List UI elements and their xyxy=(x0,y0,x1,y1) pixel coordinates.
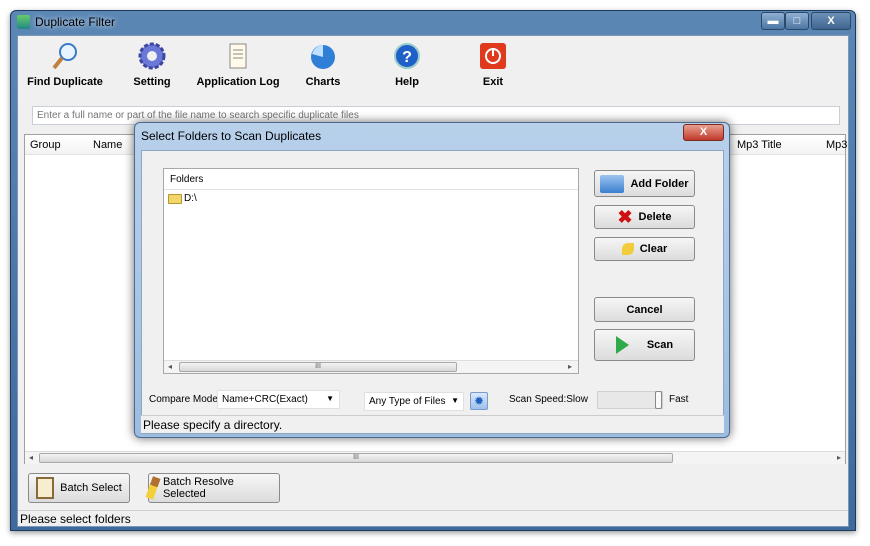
scan-label: Scan xyxy=(646,339,674,351)
notepad-icon xyxy=(224,42,252,70)
column-name[interactable]: Name xyxy=(93,139,122,151)
scan-speed-fast-label: Fast xyxy=(669,394,689,405)
exit-button[interactable]: Exit xyxy=(478,42,508,88)
svg-text:?: ? xyxy=(402,49,412,66)
exit-label: Exit xyxy=(482,76,504,88)
status-bar: Please select folders xyxy=(18,510,848,527)
batch-select-label: Batch Select xyxy=(60,482,122,494)
scroll-left-arrow[interactable]: ◂ xyxy=(168,361,172,373)
scroll-thumb[interactable]: III xyxy=(39,453,673,463)
magnifier-icon xyxy=(51,42,79,70)
window-title: Duplicate Filter xyxy=(35,15,116,29)
scan-button[interactable]: Scan xyxy=(594,329,695,361)
compare-mode-value: Name+CRC(Exact) xyxy=(222,394,308,405)
charts-label: Charts xyxy=(305,76,341,88)
charts-button[interactable]: Charts xyxy=(302,42,344,88)
chevron-down-icon: ▼ xyxy=(451,396,459,405)
column-mp3[interactable]: Mp3 xyxy=(826,139,847,151)
delete-x-icon: ✖ xyxy=(617,207,633,227)
dialog-body: Folders D:\ ◂ III ▸ Add Folder ✖ Delete … xyxy=(141,150,724,434)
dialog-title: Select Folders to Scan Duplicates xyxy=(141,129,322,143)
scroll-right-arrow[interactable]: ▸ xyxy=(837,452,841,464)
scan-speed-slider[interactable] xyxy=(597,391,663,409)
find-duplicate-label: Find Duplicate xyxy=(27,76,103,88)
file-type-settings-button[interactable]: ✹ xyxy=(470,392,488,410)
dialog-close-button[interactable]: X xyxy=(683,124,724,141)
scroll-right-arrow[interactable]: ▸ xyxy=(568,361,572,373)
dialog-status-bar: Please specify a directory. xyxy=(141,415,724,433)
file-type-select[interactable]: Any Type of Files ▼ xyxy=(364,392,464,411)
add-folder-button[interactable]: Add Folder xyxy=(594,170,695,197)
compare-mode-label: Compare Mode: xyxy=(149,394,221,405)
folder-icon xyxy=(600,174,625,193)
app-icon xyxy=(17,15,30,29)
cancel-button[interactable]: Cancel xyxy=(594,297,695,322)
folders-list[interactable]: Folders D:\ ◂ III ▸ xyxy=(163,168,579,374)
clear-button[interactable]: Clear xyxy=(594,237,695,261)
chevron-down-icon: ▼ xyxy=(326,394,334,403)
add-folder-label: Add Folder xyxy=(630,177,689,190)
compare-mode-select[interactable]: Name+CRC(Exact) ▼ xyxy=(217,390,340,409)
power-icon xyxy=(479,42,507,70)
gear-icon xyxy=(138,42,166,70)
slider-thumb[interactable] xyxy=(655,391,662,409)
folder-icon xyxy=(168,193,182,204)
clear-label: Clear xyxy=(639,243,668,255)
help-icon: ? xyxy=(393,42,421,70)
scroll-thumb[interactable]: III xyxy=(179,362,457,372)
setting-label: Setting xyxy=(133,76,171,88)
column-group[interactable]: Group xyxy=(30,139,61,151)
folder-path: D:\ xyxy=(184,193,197,204)
batch-select-button[interactable]: Batch Select xyxy=(28,473,130,503)
play-icon xyxy=(615,336,629,354)
column-mp3-title[interactable]: Mp3 Title xyxy=(737,139,782,151)
batch-resolve-button[interactable]: Batch Resolve Selected xyxy=(145,473,280,503)
checklist-icon xyxy=(36,477,55,499)
folders-header: Folders xyxy=(164,169,578,190)
find-duplicate-button[interactable]: Find Duplicate xyxy=(26,42,104,88)
broom-icon xyxy=(145,476,161,500)
application-log-label: Application Log xyxy=(196,76,280,88)
scroll-left-arrow[interactable]: ◂ xyxy=(29,452,33,464)
minimize-button[interactable]: ▬ xyxy=(761,12,785,30)
help-button[interactable]: ? Help xyxy=(390,42,424,88)
close-button[interactable]: X xyxy=(811,12,851,30)
maximize-button[interactable]: □ xyxy=(785,12,809,30)
file-type-value: Any Type of Files xyxy=(369,396,446,407)
folder-item[interactable]: D:\ xyxy=(164,190,578,207)
application-log-button[interactable]: Application Log xyxy=(196,42,280,88)
select-folders-dialog: Select Folders to Scan Duplicates X Fold… xyxy=(134,122,730,438)
gear-icon: ✹ xyxy=(473,394,485,408)
delete-label: Delete xyxy=(638,211,672,223)
folders-horizontal-scrollbar[interactable]: ◂ III ▸ xyxy=(164,360,578,373)
delete-button[interactable]: ✖ Delete xyxy=(594,205,695,229)
pie-chart-icon xyxy=(309,42,337,70)
scan-speed-label: Scan Speed:Slow xyxy=(509,394,588,405)
broom-icon xyxy=(621,243,634,255)
batch-resolve-label: Batch Resolve Selected xyxy=(162,476,234,500)
list-horizontal-scrollbar[interactable]: ◂ III ▸ xyxy=(25,451,845,464)
help-label: Help xyxy=(395,76,419,88)
setting-button[interactable]: Setting xyxy=(128,42,176,88)
